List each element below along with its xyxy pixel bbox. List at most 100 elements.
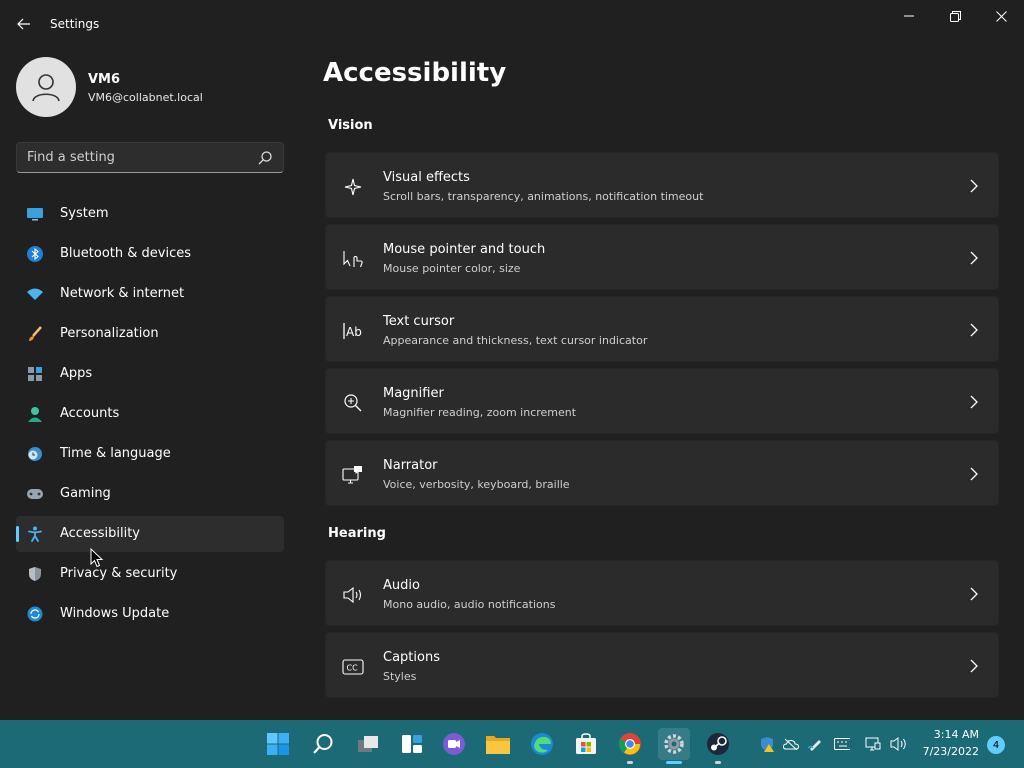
taskbar-chrome-button[interactable] xyxy=(614,728,646,760)
network-wired-icon[interactable] xyxy=(865,736,881,752)
wifi-icon xyxy=(26,285,44,303)
taskbar-widgets-button[interactable] xyxy=(396,728,428,760)
sidebar-item-personalization[interactable]: Personalization xyxy=(16,316,284,352)
taskbar-settings-button[interactable] xyxy=(658,728,690,760)
arrow-left-icon xyxy=(17,18,30,30)
taskbar: 3:14 AM 7/23/2022 4 xyxy=(0,720,1024,768)
volume-icon[interactable] xyxy=(890,736,906,752)
sidebar-item-windows-update[interactable]: Windows Update xyxy=(16,596,284,632)
bluetooth-icon xyxy=(26,245,44,263)
sidebar-item-time-language[interactable]: Time & language xyxy=(16,436,284,472)
svg-text:Ab: Ab xyxy=(346,325,362,339)
chevron-right-icon xyxy=(970,179,978,193)
taskbar-task-view-button[interactable] xyxy=(352,728,384,760)
sidebar-item-system[interactable]: System xyxy=(16,196,284,232)
sidebar-item-gaming[interactable]: Gaming xyxy=(16,476,284,512)
sidebar-item-label: Accessibility xyxy=(60,526,140,541)
chevron-right-icon xyxy=(970,251,978,265)
chevron-right-icon xyxy=(970,587,978,601)
notification-count-badge[interactable]: 4 xyxy=(987,736,1005,754)
chevron-right-icon xyxy=(970,467,978,481)
sidebar-item-label: Privacy & security xyxy=(60,566,178,581)
account-icon xyxy=(26,405,44,423)
card-audio[interactable]: Audio Mono audio, audio notifications xyxy=(325,560,999,626)
chevron-right-icon xyxy=(970,323,978,337)
card-mouse-pointer-touch[interactable]: Mouse pointer and touch Mouse pointer co… xyxy=(325,224,999,290)
user-email: VM6@collabnet.local xyxy=(88,91,203,104)
captions-icon: CC xyxy=(342,656,364,678)
sidebar-item-label: Apps xyxy=(60,366,93,381)
file-explorer-icon xyxy=(486,736,510,754)
clock-time[interactable]: 3:14 AM xyxy=(929,728,979,741)
card-captions[interactable]: CC Captions Styles xyxy=(325,632,999,698)
card-title: Audio xyxy=(383,578,420,593)
narrator-icon xyxy=(342,464,364,486)
taskbar-store-button[interactable] xyxy=(570,728,602,760)
user-name: VM6 xyxy=(88,72,121,87)
widgets-icon xyxy=(402,735,422,753)
text-cursor-icon: Ab xyxy=(342,320,364,342)
sidebar-item-label: Gaming xyxy=(60,486,111,501)
taskbar-search-button[interactable] xyxy=(307,728,339,760)
card-magnifier[interactable]: Magnifier Magnifier reading, zoom increm… xyxy=(325,368,999,434)
avatar[interactable] xyxy=(16,57,76,117)
svg-text:CC: CC xyxy=(347,664,359,673)
steam-icon xyxy=(707,733,729,755)
accessibility-icon xyxy=(26,525,44,543)
onedrive-offline-icon[interactable] xyxy=(783,736,799,752)
back-button[interactable] xyxy=(8,8,40,40)
search-input[interactable] xyxy=(17,143,253,172)
shield-icon xyxy=(26,565,44,583)
card-narrator[interactable]: Narrator Voice, verbosity, keyboard, bra… xyxy=(325,440,999,506)
card-title: Narrator xyxy=(383,458,438,473)
title-bar: Settings xyxy=(0,0,1024,48)
close-button[interactable] xyxy=(978,0,1024,32)
clock-date[interactable]: 7/23/2022 xyxy=(913,745,979,758)
sidebar-item-label: Network & internet xyxy=(60,286,185,301)
search-icon[interactable] xyxy=(257,150,273,166)
taskbar-edge-button[interactable] xyxy=(526,728,558,760)
card-title: Captions xyxy=(383,650,440,665)
teams-chat-icon xyxy=(443,733,465,755)
monitor-icon xyxy=(26,205,44,223)
taskbar-teams-chat-button[interactable] xyxy=(438,728,470,760)
taskbar-running-indicator xyxy=(627,761,633,764)
minimize-button[interactable] xyxy=(886,0,932,32)
sidebar-item-bluetooth[interactable]: Bluetooth & devices xyxy=(16,236,284,272)
section-label-hearing: Hearing xyxy=(328,526,386,541)
update-icon xyxy=(26,605,44,623)
user-icon xyxy=(32,74,60,102)
taskbar-running-indicator xyxy=(715,761,721,764)
card-subtitle: Styles xyxy=(383,670,417,683)
card-visual-effects[interactable]: Visual effects Scroll bars, transparency… xyxy=(325,152,999,218)
chrome-icon xyxy=(618,733,641,755)
sidebar-item-network[interactable]: Network & internet xyxy=(16,276,284,312)
gamepad-icon xyxy=(26,485,44,503)
clock-globe-icon xyxy=(26,445,44,463)
restore-button[interactable] xyxy=(932,0,978,32)
card-subtitle: Mono audio, audio notifications xyxy=(383,598,556,611)
taskbar-file-explorer-button[interactable] xyxy=(482,728,514,760)
brush-icon xyxy=(26,325,44,343)
keyboard-icon[interactable] xyxy=(834,736,850,752)
sidebar-item-privacy-security[interactable]: Privacy & security xyxy=(16,556,284,592)
minimize-icon xyxy=(904,15,914,17)
pen-ink-icon[interactable] xyxy=(807,736,823,752)
sidebar-item-accounts[interactable]: Accounts xyxy=(16,396,284,432)
sidebar-item-apps[interactable]: Apps xyxy=(16,356,284,392)
apps-icon xyxy=(26,365,44,383)
card-subtitle: Mouse pointer color, size xyxy=(383,262,521,275)
card-subtitle: Voice, verbosity, keyboard, braille xyxy=(383,478,570,491)
card-subtitle: Scroll bars, transparency, animations, n… xyxy=(383,190,704,203)
sidebar-item-accessibility[interactable]: Accessibility xyxy=(16,516,284,552)
taskbar-steam-button[interactable] xyxy=(702,728,734,760)
restore-icon xyxy=(949,10,961,22)
security-warning-icon[interactable] xyxy=(759,736,775,752)
start-icon xyxy=(267,733,289,755)
section-label-vision: Vision xyxy=(328,118,373,133)
card-title: Text cursor xyxy=(383,314,455,329)
speaker-icon xyxy=(342,584,364,606)
card-text-cursor[interactable]: Ab Text cursor Appearance and thickness,… xyxy=(325,296,999,362)
taskbar-start-button[interactable] xyxy=(262,728,294,760)
card-title: Visual effects xyxy=(383,170,470,185)
